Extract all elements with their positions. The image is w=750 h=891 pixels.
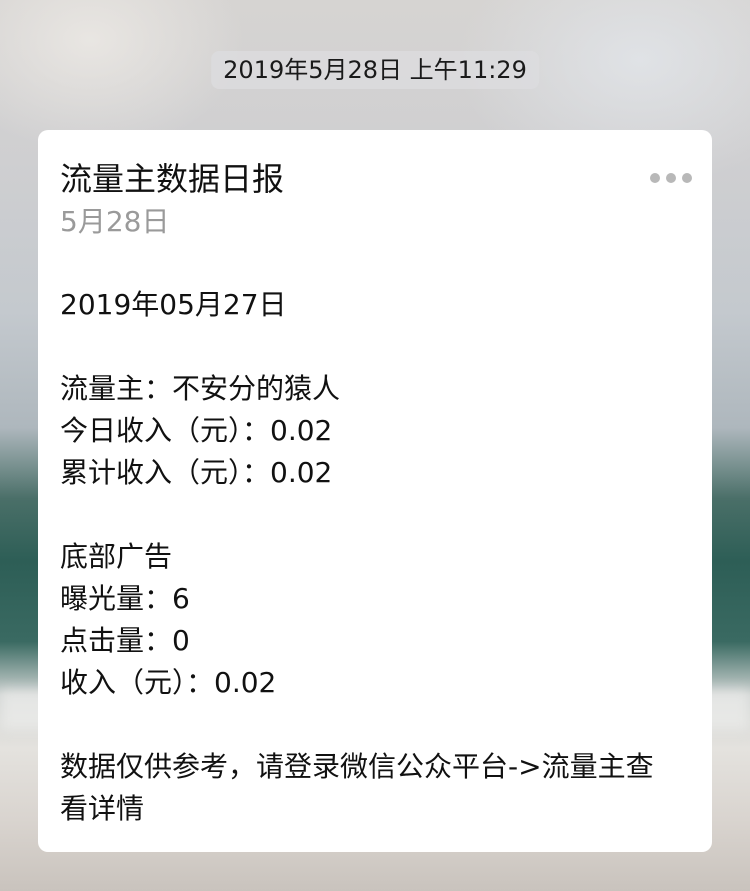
report-date: 2019年05月27日 [60, 288, 287, 321]
report-message-card[interactable]: 流量主数据日报 5月28日 2019年05月27日 流量主：不安分的猿人 今日收… [38, 130, 712, 852]
message-date: 5月28日 [60, 205, 170, 238]
dot [650, 173, 660, 183]
footer-note: 数据仅供参考，请登录微信公众平台->流量主查看详情 [60, 750, 654, 825]
today-income: 今日收入（元）：0.02 [60, 414, 333, 447]
message-title: 流量主数据日报 [60, 160, 285, 198]
total-income: 累计收入（元）：0.02 [60, 456, 333, 489]
dot [666, 173, 676, 183]
clicks: 点击量：0 [60, 624, 190, 657]
message-body: 2019年05月27日 流量主：不安分的猿人 今日收入（元）：0.02 累计收入… [60, 284, 688, 830]
chat-timestamp: 2019年5月28日 上午11:29 [211, 51, 539, 89]
ad-section-title: 底部广告 [60, 540, 173, 573]
publisher-name: 流量主：不安分的猿人 [60, 372, 341, 405]
ad-income: 收入（元）：0.02 [60, 666, 277, 699]
more-dots-icon[interactable] [650, 168, 692, 188]
dot [682, 173, 692, 183]
impressions: 曝光量：6 [60, 582, 190, 615]
